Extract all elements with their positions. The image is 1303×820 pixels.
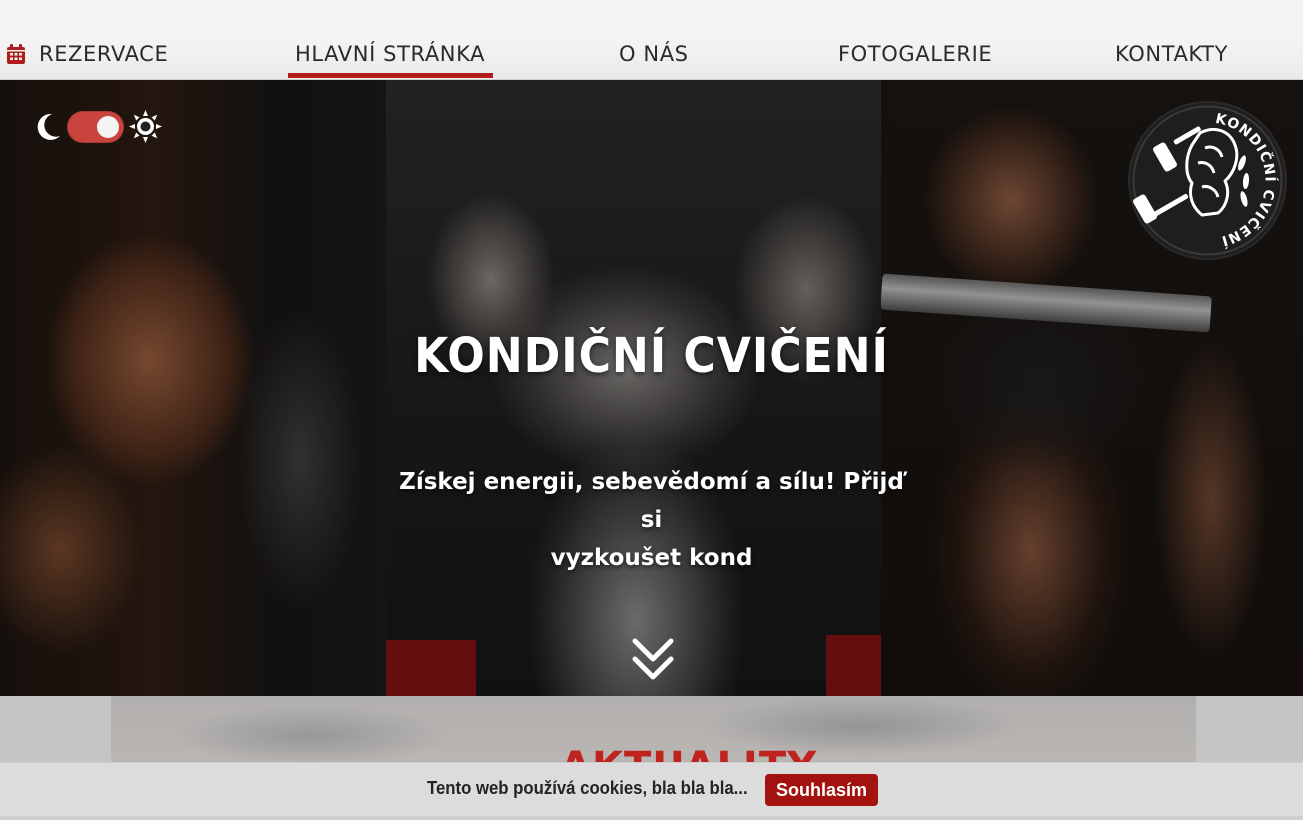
cookie-banner: Tento web používá cookies, bla bla bla..… [0,762,1303,816]
nav-contacts-link[interactable]: KONTAKTY [1115,42,1228,68]
hero-subtitle-line2: vyzkoušet kond [550,545,753,571]
sun-icon [129,110,162,143]
chevron-double-down-icon[interactable] [632,637,674,683]
nav-home-link[interactable]: HLAVNÍ STRÁNKA [287,42,494,78]
nav-gallery-link[interactable]: FOTOGALERIE [838,42,992,68]
hero-subtitle: Získej energii, sebevědomí a sílu! Přijď… [386,463,917,577]
cookie-message: Tento web používá cookies, bla bla bla..… [427,778,748,798]
hero-section: KONDIČNÍ CVIČENÍ Získej energii, sebevěd… [0,80,1303,696]
moon-icon [37,113,60,140]
nav-about-link[interactable]: O NÁS [619,42,689,68]
toggle-knob [97,116,119,138]
calendar-icon [7,44,25,64]
hero-title: KONDIČNÍ CVIČENÍ [414,328,889,384]
cookie-accept-button[interactable]: Souhlasím [765,774,878,806]
top-navigation: REZERVACE HLAVNÍ STRÁNKA O NÁS FOTOGALER… [0,0,1303,80]
brand-logo[interactable]: KONDIČNÍ CVIČENÍ [1130,103,1285,258]
lion-emblem-icon: KONDIČNÍ CVIČENÍ [1132,105,1283,256]
theme-toggle-switch[interactable] [67,111,124,143]
hero-subtitle-line1: Získej energii, sebevědomí a sílu! Přijď… [399,469,904,533]
nav-reservation-link[interactable]: REZERVACE [39,42,168,68]
